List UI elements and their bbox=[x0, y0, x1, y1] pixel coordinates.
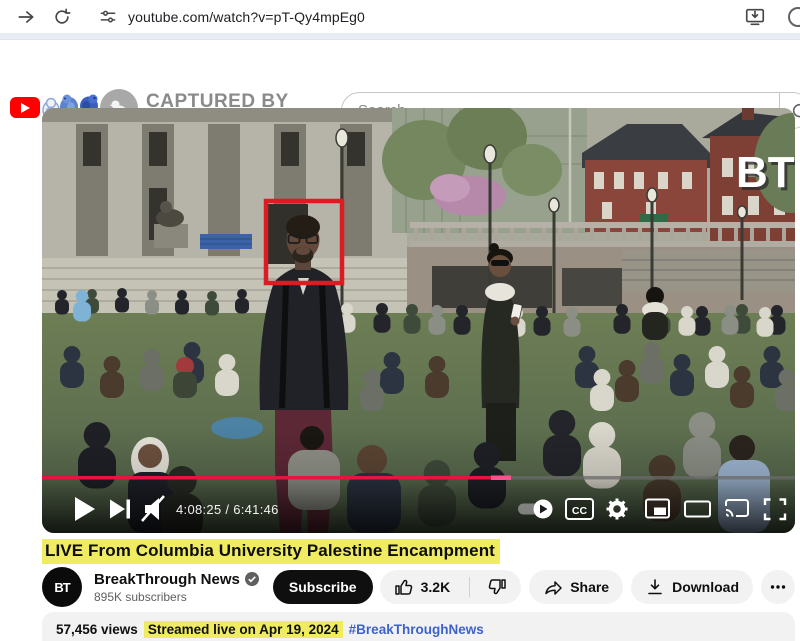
site-settings-icon[interactable] bbox=[98, 7, 118, 27]
channel-watermark: BT BT bbox=[736, 148, 795, 200]
captions-icon[interactable]: CC bbox=[566, 499, 593, 519]
hashtag-link[interactable]: #BreakThroughNews bbox=[349, 622, 484, 637]
svg-text:BT: BT bbox=[736, 148, 795, 197]
subscriber-count: 895K subscribers bbox=[94, 590, 259, 604]
like-count: 3.2K bbox=[421, 579, 451, 595]
time-display: 4:08:25 / 6:41:46 bbox=[176, 502, 279, 517]
channel-row: BT BreakThrough News 895K subscribers Su… bbox=[42, 566, 795, 608]
dislike-button[interactable] bbox=[477, 570, 521, 604]
verified-badge-icon bbox=[245, 572, 259, 586]
share-button[interactable]: Share bbox=[529, 570, 623, 604]
download-icon bbox=[645, 577, 665, 597]
browser-toolbar: youtube.com/watch?v=pT-Qy4mpEg0 bbox=[0, 0, 800, 33]
subscribe-button[interactable]: Subscribe bbox=[273, 570, 373, 604]
view-count: 57,456 views bbox=[56, 622, 138, 637]
progress-scrubber[interactable] bbox=[491, 476, 511, 481]
thumbs-down-icon bbox=[487, 577, 507, 597]
youtube-header: CAPTURED BY CANARY MISSION bbox=[0, 40, 800, 106]
youtube-logo-icon[interactable] bbox=[10, 97, 40, 118]
more-dots-icon bbox=[769, 578, 787, 596]
like-button[interactable]: 3.2K bbox=[380, 570, 463, 604]
forward-icon[interactable] bbox=[16, 7, 36, 27]
progress-played[interactable] bbox=[42, 476, 491, 480]
video-title-row: LIVE From Columbia University Palestine … bbox=[42, 539, 500, 564]
refresh-icon[interactable] bbox=[52, 7, 72, 27]
video-player[interactable]: BT BT 4:08:25 / 6:41:46 bbox=[42, 108, 795, 533]
like-divider bbox=[469, 577, 470, 597]
thumbs-up-icon bbox=[394, 577, 414, 597]
download-label: Download bbox=[672, 579, 739, 595]
channel-name[interactable]: BreakThrough News bbox=[94, 571, 240, 588]
browser-divider bbox=[0, 33, 800, 40]
stream-date: Streamed live on Apr 19, 2024 bbox=[144, 621, 343, 638]
share-label: Share bbox=[570, 579, 609, 595]
channel-avatar[interactable]: BT bbox=[42, 567, 82, 607]
url-text[interactable]: youtube.com/watch?v=pT-Qy4mpEg0 bbox=[128, 9, 365, 25]
channel-meta: BreakThrough News 895K subscribers bbox=[94, 571, 259, 604]
action-buttons: 3.2K Share Download bbox=[380, 570, 795, 604]
svg-text:CC: CC bbox=[572, 505, 588, 517]
description-box[interactable]: 57,456 views Streamed live on Apr 19, 20… bbox=[42, 612, 795, 641]
video-title: LIVE From Columbia University Palestine … bbox=[42, 539, 500, 564]
download-button[interactable]: Download bbox=[631, 570, 753, 604]
install-app-icon[interactable] bbox=[744, 6, 766, 28]
share-icon bbox=[543, 577, 563, 597]
more-actions-button[interactable] bbox=[761, 570, 795, 604]
address-bar[interactable]: youtube.com/watch?v=pT-Qy4mpEg0 bbox=[86, 7, 800, 27]
page: youtube.com/watch?v=pT-Qy4mpEg0 bbox=[0, 0, 800, 641]
like-dislike-pill: 3.2K bbox=[380, 570, 522, 604]
